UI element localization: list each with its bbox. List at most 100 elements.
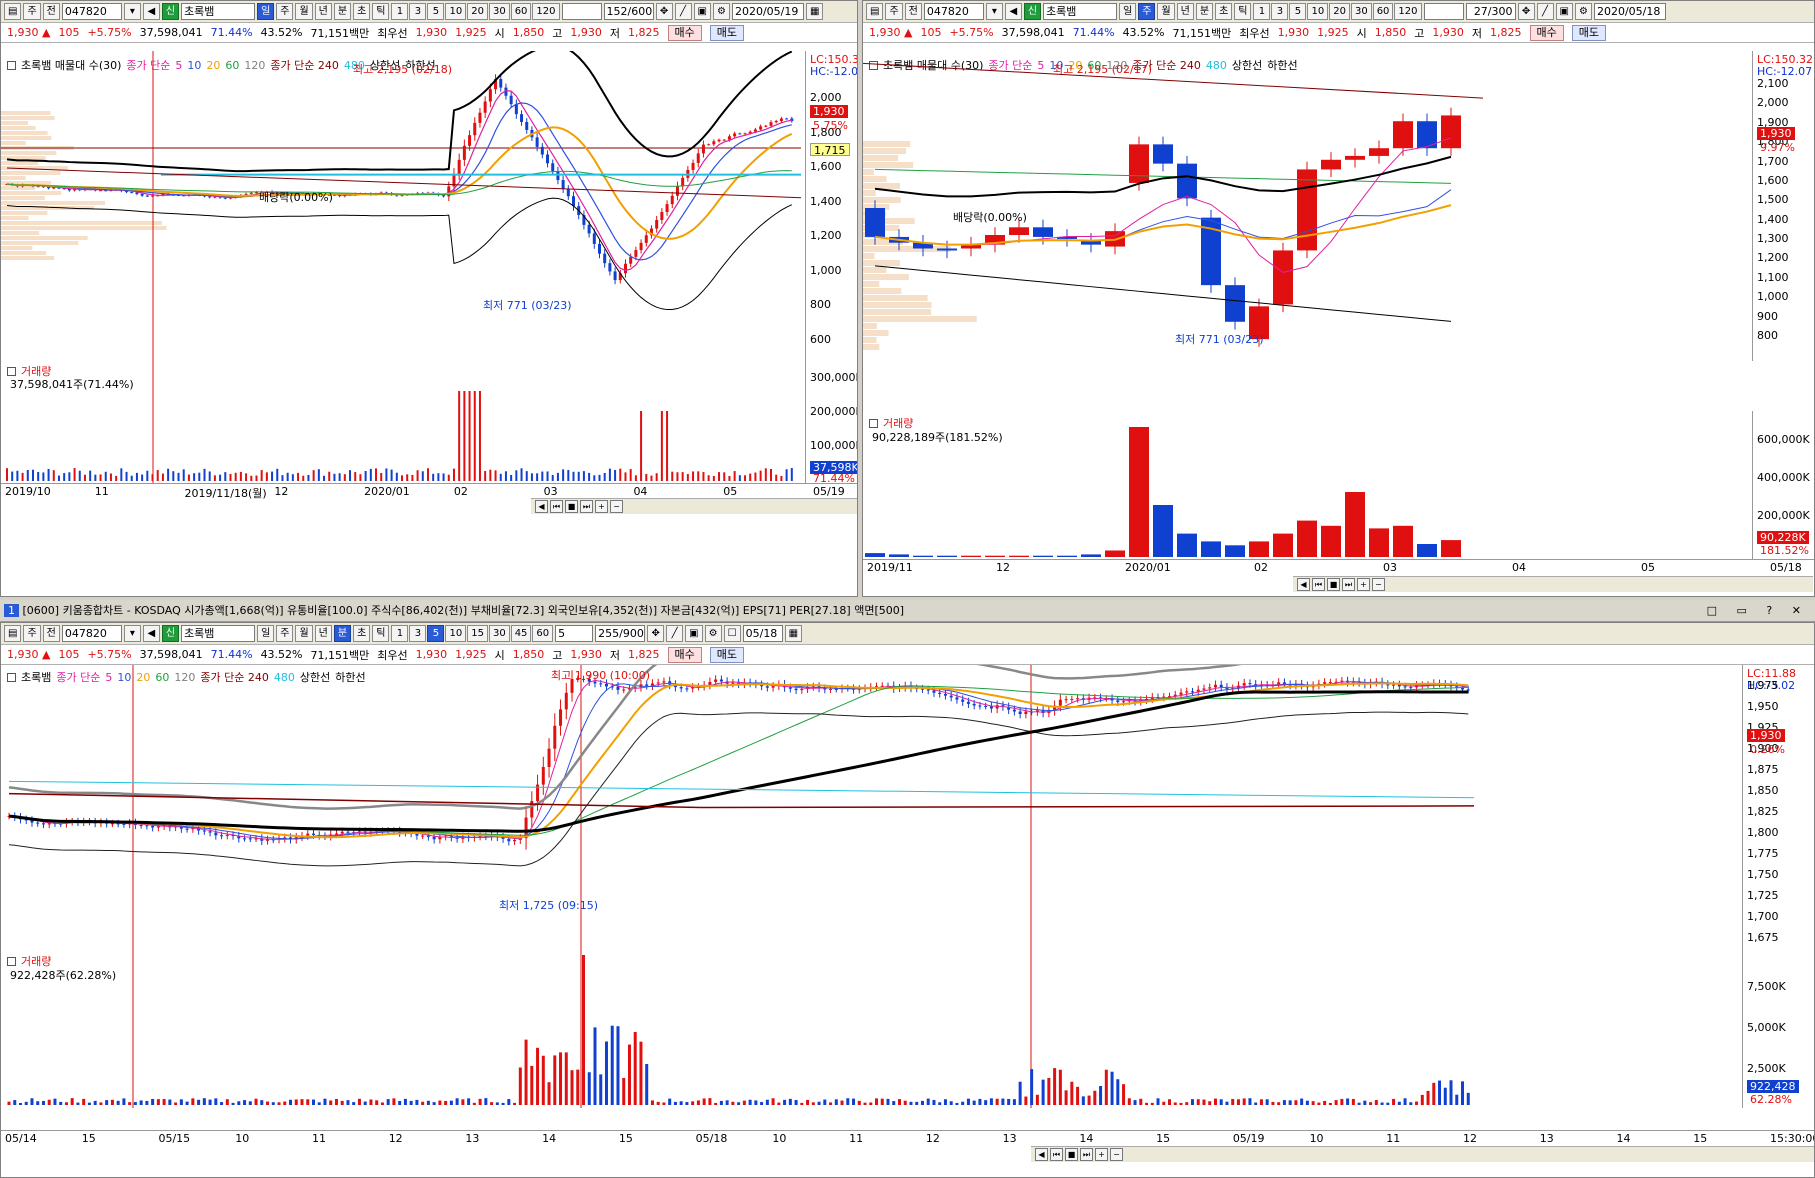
interval-button-20[interactable]: 20 (467, 3, 488, 20)
period-tab-4[interactable]: 분 (1195, 3, 1214, 20)
zoom-in-icon[interactable]: + (1357, 578, 1370, 591)
interval-button-3[interactable]: 3 (409, 625, 427, 642)
scroll-last-icon[interactable]: ⏭ (1080, 1148, 1093, 1161)
interval-button-15[interactable]: 15 (467, 625, 488, 642)
buy-button[interactable]: 매수 (1529, 24, 1564, 41)
period-count-select[interactable] (1423, 3, 1464, 20)
window-controls[interactable]: □ ▭ ? ✕ (1707, 600, 1809, 622)
interval-button-5[interactable]: 5 (427, 625, 445, 642)
scroll-stop-icon[interactable]: ■ (565, 500, 578, 513)
period-tab-4[interactable]: 분 (333, 3, 352, 20)
date-field[interactable]: 2020/05/18 (1593, 3, 1666, 20)
scroll-left-icon[interactable]: ◀ (535, 500, 548, 513)
stock-name-field[interactable]: 초록뱀 (181, 3, 256, 20)
stock-code-input[interactable]: 047820 (923, 3, 984, 20)
crosshair-icon[interactable]: ✥ (647, 625, 665, 642)
zoom-in-icon[interactable]: + (595, 500, 608, 513)
period-tab-1[interactable]: 주 (276, 625, 294, 642)
interval-button-120[interactable]: 120 (1394, 3, 1422, 20)
market-select[interactable]: 전 (904, 3, 922, 20)
zoom-out-icon[interactable]: − (1372, 578, 1385, 591)
period-tab-3[interactable]: 년 (1176, 3, 1194, 20)
period-tab-5[interactable]: 초 (1215, 3, 1233, 20)
data-count-field[interactable]: 255/900 (595, 625, 646, 642)
chart-menu-icon[interactable]: ▤ (4, 3, 22, 20)
settings-icon[interactable]: ⚙ (704, 625, 722, 642)
period-tab-6[interactable]: 틱 (372, 3, 390, 20)
settings-icon[interactable]: ⚙ (712, 3, 730, 20)
stock-name-field[interactable]: 초록뱀 (1043, 3, 1118, 20)
zoom-out-icon[interactable]: − (610, 500, 623, 513)
scroll-stop-icon[interactable]: ■ (1327, 578, 1340, 591)
scroll-last-icon[interactable]: ⏭ (580, 500, 593, 513)
interval-button-1[interactable]: 1 (1253, 3, 1271, 20)
sound-icon[interactable]: ◀ (142, 625, 160, 642)
period-tab-1[interactable]: 주 (1138, 3, 1156, 20)
period-tab-4[interactable]: 분 (333, 625, 352, 642)
interval-button-5[interactable]: 5 (1289, 3, 1307, 20)
data-count-field[interactable]: 27/300 (1465, 3, 1516, 20)
period-tab-0[interactable]: 일 (1119, 3, 1137, 20)
scroll-first-icon[interactable]: ⏮ (1050, 1148, 1063, 1161)
period-tab-0[interactable]: 일 (257, 3, 275, 20)
period-tab-0[interactable]: 일 (257, 625, 275, 642)
period-tab-6[interactable]: 틱 (372, 625, 390, 642)
interval-button-20[interactable]: 20 (1329, 3, 1350, 20)
settings-icon[interactable]: ⚙ (1574, 3, 1592, 20)
chart-menu-icon[interactable]: ▤ (866, 3, 884, 20)
scroll-left-icon[interactable]: ◀ (1297, 578, 1310, 591)
save-icon[interactable]: ▣ (685, 625, 703, 642)
interval-select[interactable]: 5 (555, 625, 594, 642)
sell-button[interactable]: 매도 (709, 646, 744, 663)
save-icon[interactable]: ▣ (693, 3, 711, 20)
date-field[interactable]: 2020/05/19 (731, 3, 804, 20)
stock-search-icon[interactable]: ▾ (123, 625, 141, 642)
scroll-last-icon[interactable]: ⏭ (1342, 578, 1355, 591)
stock-name-field[interactable]: 초록뱀 (181, 625, 256, 642)
interval-button-30[interactable]: 30 (488, 3, 510, 20)
stock-code-input[interactable]: 047820 (61, 625, 122, 642)
interval-button-10[interactable]: 10 (445, 625, 467, 642)
interval-button-1[interactable]: 1 (391, 3, 409, 20)
scroll-stop-icon[interactable]: ■ (1065, 1148, 1078, 1161)
period-tab-3[interactable]: 년 (314, 3, 332, 20)
stock-code-input[interactable]: 047820 (61, 3, 122, 20)
minute-scrollbar[interactable]: ◀ ⏮ ■ ⏭ + − (1031, 1146, 1814, 1162)
interval-button-10[interactable]: 10 (1307, 3, 1329, 20)
period-tab-1[interactable]: 주 (276, 3, 294, 20)
interval-button-30[interactable]: 30 (1350, 3, 1372, 20)
market-select[interactable]: 전 (42, 3, 60, 20)
period-tab-2[interactable]: 월 (1157, 3, 1175, 20)
interval-button-45[interactable]: 45 (510, 625, 532, 642)
stock-type-select[interactable]: 주 (23, 625, 41, 642)
crosshair-icon[interactable]: ✥ (1517, 3, 1535, 20)
interval-button-60[interactable]: 60 (532, 625, 554, 642)
sell-button[interactable]: 매도 (1571, 24, 1606, 41)
interval-button-60[interactable]: 60 (510, 3, 532, 20)
buy-button[interactable]: 매수 (667, 24, 702, 41)
interval-button-1[interactable]: 1 (391, 625, 409, 642)
interval-button-60[interactable]: 60 (1372, 3, 1394, 20)
sell-button[interactable]: 매도 (709, 24, 744, 41)
data-count-field[interactable]: 152/600 (603, 3, 654, 20)
period-tab-5[interactable]: 초 (353, 3, 371, 20)
date-field[interactable]: 05/18 (742, 625, 783, 642)
save-icon[interactable]: ▣ (1555, 3, 1573, 20)
draw-line-icon[interactable]: ╱ (674, 3, 692, 20)
period-tab-2[interactable]: 월 (295, 3, 313, 20)
draw-line-icon[interactable]: ╱ (1536, 3, 1554, 20)
checkbox-icon[interactable]: ☐ (723, 625, 741, 642)
interval-button-120[interactable]: 120 (532, 3, 560, 20)
interval-button-3[interactable]: 3 (409, 3, 427, 20)
zoom-out-icon[interactable]: − (1110, 1148, 1123, 1161)
stock-search-icon[interactable]: ▾ (123, 3, 141, 20)
calendar-icon[interactable]: ▦ (805, 3, 824, 20)
stock-type-select[interactable]: 주 (885, 3, 903, 20)
interval-button-30[interactable]: 30 (488, 625, 510, 642)
crosshair-icon[interactable]: ✥ (655, 3, 673, 20)
interval-button-3[interactable]: 3 (1271, 3, 1289, 20)
buy-button[interactable]: 매수 (667, 646, 702, 663)
sound-icon[interactable]: ◀ (142, 3, 160, 20)
period-tab-5[interactable]: 초 (353, 625, 371, 642)
period-count-select[interactable] (561, 3, 602, 20)
